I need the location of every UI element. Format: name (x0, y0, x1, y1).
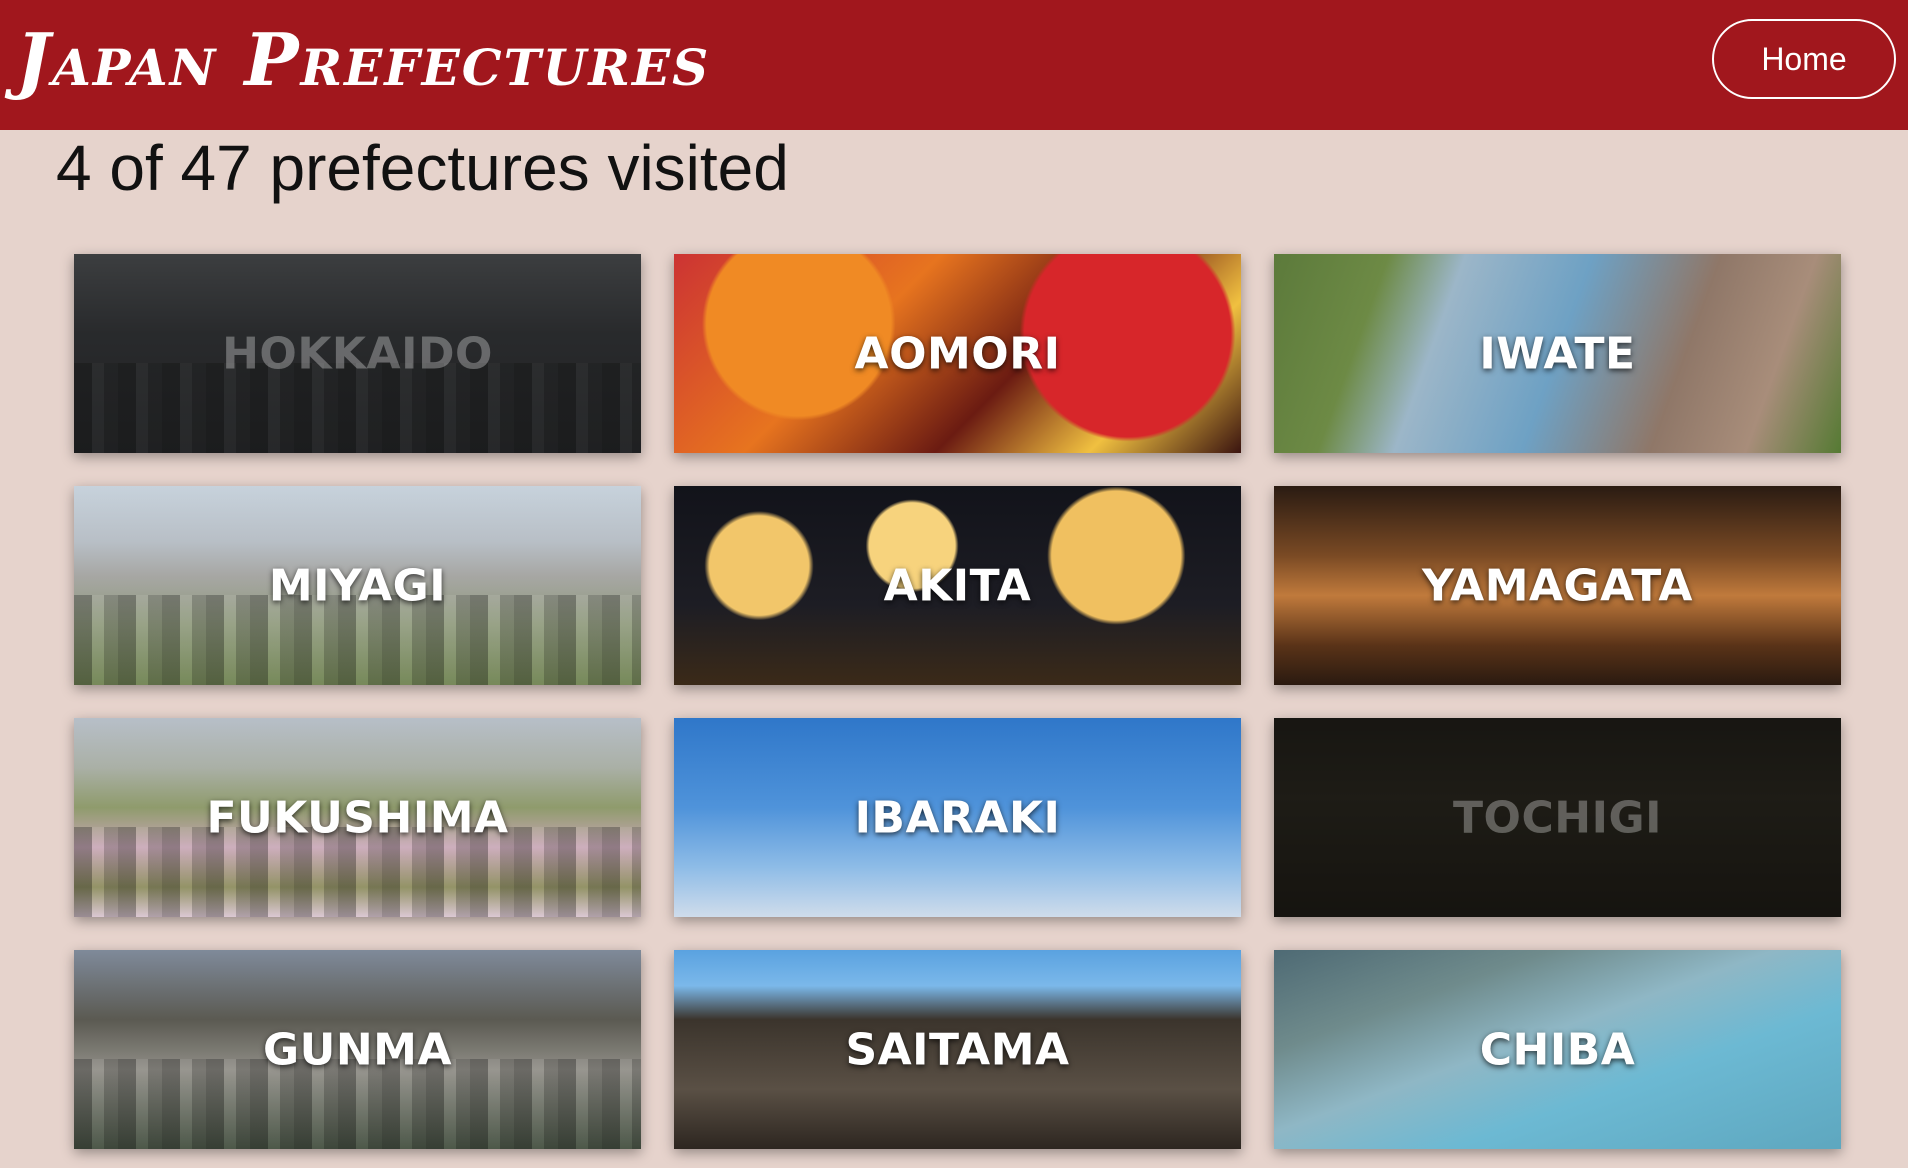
prefecture-grid: HOKKAIDO AOMORI IWATE MIYAGI AKITA YAMAG… (74, 254, 1841, 1149)
prefecture-tile-chiba[interactable]: CHIBA (1274, 950, 1841, 1149)
home-button[interactable]: Home (1712, 19, 1896, 99)
tile-label: HOKKAIDO (222, 328, 493, 379)
navbar: Japan Prefectures Home (0, 0, 1908, 130)
tile-label: AOMORI (854, 328, 1061, 379)
tile-label: IWATE (1479, 328, 1636, 379)
tile-label: AKITA (883, 560, 1032, 611)
tile-label: SAITAMA (845, 1024, 1070, 1075)
tile-label: FUKUSHIMA (206, 792, 509, 843)
prefecture-tile-gunma[interactable]: GUNMA (74, 950, 641, 1149)
prefecture-tile-fukushima[interactable]: FUKUSHIMA (74, 718, 641, 917)
prefecture-tile-akita[interactable]: AKITA (674, 486, 1241, 685)
visited-count: 4 of 47 prefectures visited (56, 132, 789, 204)
prefecture-tile-tochigi[interactable]: TOCHIGI (1274, 718, 1841, 917)
tile-label: GUNMA (262, 1024, 452, 1075)
site-title[interactable]: Japan Prefectures (16, 8, 710, 112)
tile-label: CHIBA (1479, 1024, 1636, 1075)
prefecture-tile-saitama[interactable]: SAITAMA (674, 950, 1241, 1149)
tile-label: MIYAGI (268, 560, 447, 611)
prefecture-tile-aomori[interactable]: AOMORI (674, 254, 1241, 453)
tile-label: YAMAGATA (1422, 560, 1693, 611)
prefecture-tile-ibaraki[interactable]: IBARAKI (674, 718, 1241, 917)
tile-label: TOCHIGI (1453, 792, 1662, 843)
tile-label: IBARAKI (854, 792, 1061, 843)
prefecture-tile-hokkaido[interactable]: HOKKAIDO (74, 254, 641, 453)
prefecture-tile-miyagi[interactable]: MIYAGI (74, 486, 641, 685)
prefecture-tile-yamagata[interactable]: YAMAGATA (1274, 486, 1841, 685)
prefecture-tile-iwate[interactable]: IWATE (1274, 254, 1841, 453)
